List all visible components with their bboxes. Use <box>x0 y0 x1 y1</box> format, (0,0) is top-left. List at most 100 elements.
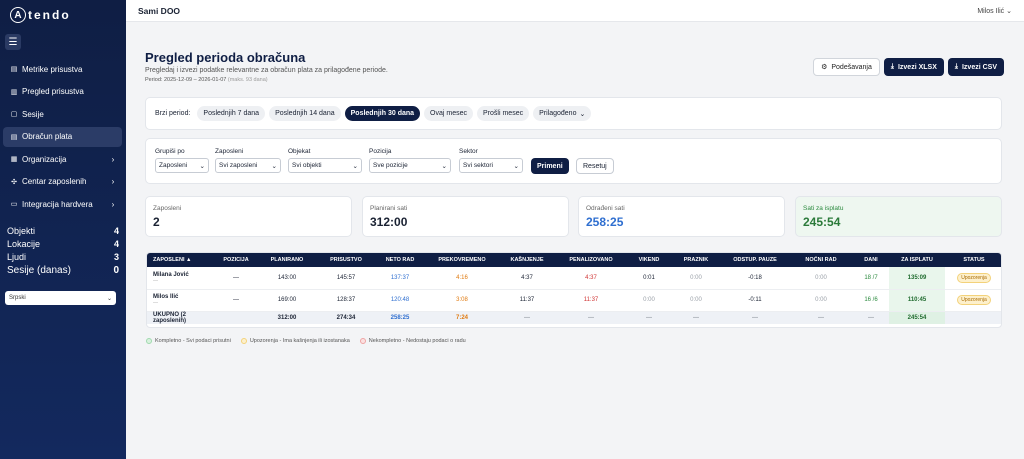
filter-object: Objekat Svi objekti ⌄ <box>288 148 362 173</box>
export-xlsx-button[interactable]: ⤓ Izvezi XLSX <box>883 58 944 76</box>
wallet-icon: ▤ <box>10 133 18 141</box>
page-subtitle: Pregledaj i izvezi podatke relevantne za… <box>145 67 388 74</box>
filter-label: Sektor <box>459 148 478 155</box>
settings-button[interactable]: ⚙ Podešavanja <box>813 58 880 76</box>
chevron-right-icon: › <box>111 177 115 186</box>
cell-attendance: 128:37 <box>317 289 375 312</box>
position-select[interactable]: Sve pozicije ⌄ <box>369 158 451 173</box>
col-header-employee[interactable]: ZAPOSLENI ▲ <box>147 253 215 267</box>
filter-label: Objekat <box>288 148 311 155</box>
language-select[interactable]: Srpski ⌄ <box>5 291 116 305</box>
app-logo[interactable]: A tendo <box>10 4 71 26</box>
cell-overtime: 3:08 <box>425 289 499 312</box>
download-icon: ⤓ <box>890 63 894 70</box>
stat-value: 0 <box>113 265 119 276</box>
company-name: Sami DOO <box>138 5 181 16</box>
cell-status: Upozorenja <box>945 289 1001 312</box>
cell-weekend: 0:00 <box>627 289 671 312</box>
sidebar-nav: ▤ Metrike prisustva ▥ Pregled prisustva … <box>3 59 122 217</box>
col-header-holiday[interactable]: PRAZNIK <box>671 253 721 267</box>
summary-planned: Planirani sati 312:00 <box>362 196 569 237</box>
total-holiday: — <box>671 311 721 324</box>
period-option-last-month[interactable]: Prošli mesec <box>477 106 530 121</box>
group-by-select[interactable]: Zaposleni ⌄ <box>155 158 209 173</box>
employee-sub: — <box>153 277 158 284</box>
period-option-30[interactable]: Poslednjih 30 dana <box>344 106 421 121</box>
sidebar-item-sesije[interactable]: ▢ Sesije <box>3 104 122 124</box>
cell-planned: 143:00 <box>257 267 317 290</box>
sector-select[interactable]: Svi sektori ⌄ <box>459 158 523 173</box>
status-badge: Upozorenja <box>957 295 991 305</box>
sidebar-item-hardver[interactable]: ▭ Integracija hardvera › <box>3 194 122 214</box>
sidebar-item-centar[interactable]: ✣ Centar zaposlenih › <box>3 172 122 192</box>
table-row[interactable]: Milana Jović — — 143:00 145:57 137:37 4:… <box>147 267 1001 290</box>
table-total-row: UKUPNO (2 zaposlenih) 312:00 274:34 258:… <box>147 311 1001 324</box>
col-header-payout[interactable]: ZA ISPLATU <box>889 253 945 267</box>
calendar-icon: ▢ <box>10 111 18 118</box>
select-value: Svi sektori <box>463 162 493 169</box>
col-header-break-dev[interactable]: ODSTUP. PAUZE <box>721 253 789 267</box>
col-header-weekend[interactable]: VIKEND <box>627 253 671 267</box>
summary-worked: Odrađeni sati 258:25 <box>578 196 785 237</box>
table-row[interactable]: Milos Ilić — — 169:00 128:37 120:48 3:08… <box>147 289 1001 312</box>
chevron-down-icon: ⌄ <box>106 295 112 302</box>
period-option-7[interactable]: Poslednjih 7 dana <box>197 106 266 121</box>
cell-penalized: 11:37 <box>555 289 627 312</box>
cell-night: 0:00 <box>789 289 853 312</box>
summary-label: Sati za isplatu <box>803 205 844 212</box>
cell-night: 0:00 <box>789 267 853 290</box>
col-header-overtime[interactable]: PREKOVREMENO <box>425 253 499 267</box>
col-header-planned[interactable]: PLANIRANO <box>257 253 317 267</box>
select-value: Svi objekti <box>292 162 322 169</box>
table-header-row: ZAPOSLENI ▲ POZICIJA PLANIRANO PRISUSTVO… <box>147 253 1001 267</box>
logo-text: tendo <box>28 8 71 22</box>
user-menu[interactable]: Milos Ilić ⌄ <box>977 7 1012 15</box>
cell-net: 137:37 <box>375 267 425 290</box>
export-csv-button[interactable]: ⤓ Izvezi CSV <box>947 58 1004 76</box>
legend-text: Upozorenja - Ima kašnjenja ili izostanak… <box>249 338 350 344</box>
chevron-right-icon: › <box>111 154 115 164</box>
stat-value: 4 <box>113 225 119 236</box>
chevron-down-icon: ⌄ <box>352 162 358 170</box>
sidebar-item-pregled[interactable]: ▥ Pregled prisustva <box>3 82 122 102</box>
topbar: Sami DOO Milos Ilić ⌄ <box>126 0 1024 22</box>
select-value: Svi zaposleni <box>219 162 258 169</box>
sidebar-item-organizacija[interactable]: ▦ Organizacija › <box>3 149 122 169</box>
filter-label: Zaposleni <box>215 148 244 155</box>
summary-value: 258:25 <box>586 215 624 229</box>
col-header-status[interactable]: STATUS <box>945 253 1001 267</box>
total-attendance: 274:34 <box>317 311 375 324</box>
period-range: Period: 2025-12-09 – 2026-01-07 <box>145 77 227 83</box>
chart-icon: ▤ <box>10 66 18 73</box>
menu-toggle-icon[interactable]: ☰ <box>5 34 21 50</box>
stat-objekti: Objekti 4 <box>7 224 119 237</box>
col-header-days[interactable]: DANI <box>853 253 889 267</box>
col-header-night[interactable]: NOĆNI RAD <box>789 253 853 267</box>
sidebar-item-obracun[interactable]: ▤ Obračun plata <box>3 126 122 147</box>
stat-label: Sesije (danas) <box>7 265 71 276</box>
total-position <box>215 311 257 324</box>
col-header-late[interactable]: KAŠNJENJE <box>499 253 555 267</box>
employees-select[interactable]: Svi zaposleni ⌄ <box>215 158 281 173</box>
col-header-position[interactable]: POZICIJA <box>215 253 257 267</box>
object-select[interactable]: Svi objekti ⌄ <box>288 158 362 173</box>
period-option-14[interactable]: Poslednjih 14 dana <box>269 106 341 121</box>
period-option-this-month[interactable]: Ovaj mesec <box>424 106 474 121</box>
users-icon: ✣ <box>11 178 17 186</box>
summary-value: 2 <box>153 215 160 229</box>
period-option-custom[interactable]: Prilagođeno ⌄ <box>533 106 592 121</box>
col-header-attendance[interactable]: PRISUSTVO <box>317 253 375 267</box>
filter-sector: Sektor Svi sektori ⌄ <box>459 148 523 173</box>
cell-break-dev: -0:18 <box>721 267 789 290</box>
apply-button[interactable]: Primeni <box>531 158 569 174</box>
col-header-net[interactable]: NETO RAD <box>375 253 425 267</box>
summary-payout: Sati za isplatu 245:54 <box>795 196 1002 237</box>
period-info: Period: 2025-12-09 – 2026-01-07 (maks. 9… <box>145 77 268 83</box>
select-value: Sve pozicije <box>373 162 408 169</box>
total-overtime: 7:24 <box>425 311 499 324</box>
col-header-penalized[interactable]: PENALIZOVANO <box>555 253 627 267</box>
sidebar-item-label: Pregled prisustva <box>22 87 84 96</box>
sidebar-item-metrike[interactable]: ▤ Metrike prisustva <box>3 59 122 79</box>
cell-planned: 169:00 <box>257 289 317 312</box>
reset-button[interactable]: Resetuj <box>576 158 614 174</box>
